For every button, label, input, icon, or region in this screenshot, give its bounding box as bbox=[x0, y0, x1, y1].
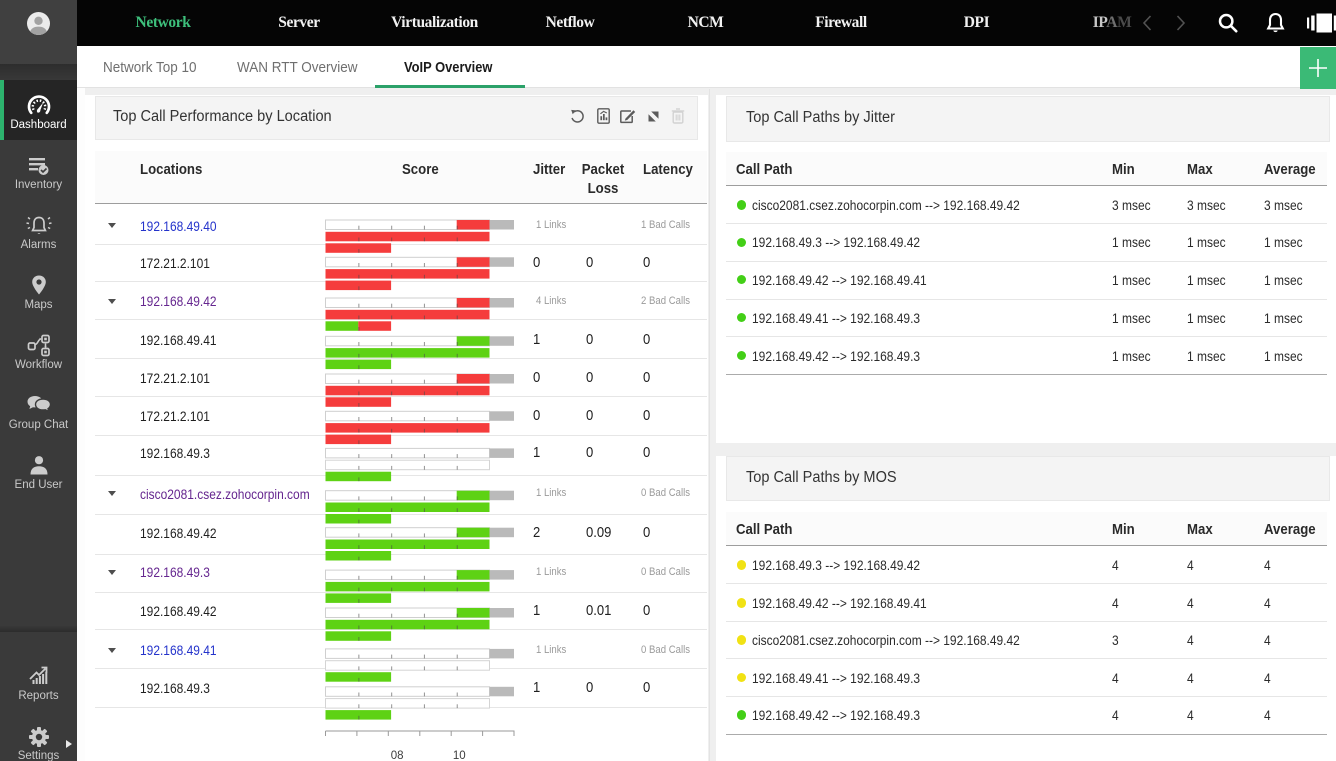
svg-text:08: 08 bbox=[391, 750, 404, 761]
svg-text:10: 10 bbox=[453, 750, 466, 761]
